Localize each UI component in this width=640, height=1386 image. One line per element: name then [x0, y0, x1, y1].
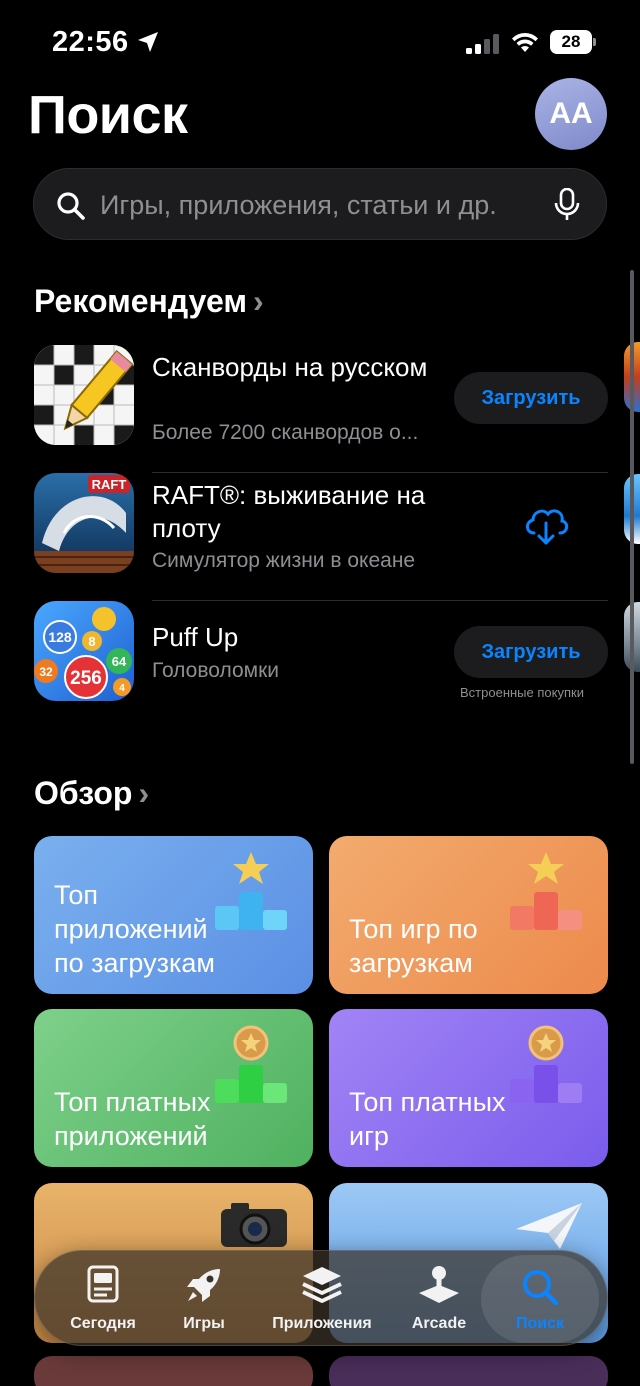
svg-text:8: 8	[88, 634, 95, 649]
app-name: RAFT®: выживание на плоту	[152, 480, 426, 543]
paper-plane-icon	[516, 1203, 582, 1249]
app-name: Сканворды на русском	[152, 352, 428, 382]
tile-label: Топ приложений по загрузкам	[54, 880, 215, 978]
raft-shark-icon: RAFT	[34, 473, 134, 573]
tile-peek	[329, 1356, 608, 1386]
tab-label: Приложения	[272, 1315, 372, 1332]
tab-label: Игры	[183, 1315, 225, 1332]
recommended-header[interactable]: Рекомендуем ›	[34, 283, 264, 320]
get-button[interactable]: Загрузить	[454, 626, 608, 678]
recommended-title: Рекомендуем	[34, 283, 247, 319]
search-icon	[57, 192, 85, 220]
tile-label: Топ платных игр	[349, 1087, 506, 1151]
browse-title: Обзор	[34, 775, 133, 811]
svg-text:128: 128	[48, 629, 72, 645]
tab-games[interactable]: Игры	[161, 1251, 247, 1347]
crossword-pencil-icon	[34, 345, 134, 445]
tab-search[interactable]: Поиск	[481, 1255, 599, 1343]
tile-top-free-apps[interactable]: Топ приложений по загрузкам	[34, 836, 313, 994]
battery-level: 28	[550, 30, 592, 54]
list-item[interactable]: Сканворды на русском Более 7200 сканворд…	[34, 345, 608, 473]
svg-text:RAFT: RAFT	[92, 477, 127, 492]
layers-icon	[302, 1267, 342, 1303]
tab-today[interactable]: Сегодня	[51, 1251, 155, 1347]
wifi-icon	[512, 32, 538, 52]
browse-header[interactable]: Обзор ›	[34, 775, 149, 812]
horizontal-scroll-indicator[interactable]	[630, 270, 634, 764]
status-time: 22:56	[52, 26, 129, 58]
in-app-purchases-note: Встроенные покупки	[460, 685, 584, 700]
tile-peek	[34, 1356, 313, 1386]
search-input[interactable]: Игры, приложения, статьи и др.	[33, 168, 607, 240]
location-arrow-icon	[138, 32, 158, 52]
get-button[interactable]: Загрузить	[454, 372, 608, 424]
joystick-icon	[419, 1266, 459, 1303]
microphone-icon[interactable]	[554, 188, 580, 222]
account-avatar[interactable]: AA	[535, 78, 607, 150]
cellular-signal-icon	[466, 34, 499, 54]
search-placeholder: Игры, приложения, статьи и др.	[100, 190, 497, 220]
tab-label: Поиск	[515, 1315, 564, 1332]
svg-text:64: 64	[112, 654, 127, 669]
balls-2048-icon: 128 8 64 32 256 4	[34, 601, 134, 701]
list-item[interactable]: RAFT RAFT®: выживание на плоту Симулятор…	[34, 473, 608, 601]
status-bar: 22:56 28	[0, 0, 640, 80]
search-icon	[523, 1270, 559, 1306]
tab-arcade[interactable]: Arcade	[395, 1251, 483, 1347]
tab-label: Сегодня	[70, 1315, 136, 1332]
svg-text:4: 4	[119, 683, 125, 694]
tab-label: Arcade	[411, 1315, 467, 1332]
app-subtitle: Головоломки	[152, 659, 280, 682]
page-title: Поиск	[28, 85, 188, 145]
tile-top-paid-apps[interactable]: Топ платных приложений	[34, 1009, 313, 1167]
tab-bar: Сегодня Игры Приложения Arcade Поиск	[34, 1250, 608, 1346]
list-item[interactable]: 128 8 64 32 256 4 Puff Up Головоломки За…	[34, 601, 608, 729]
battery-icon: 28	[550, 30, 596, 54]
rocket-icon	[187, 1269, 220, 1302]
tile-label: Топ игр по загрузкам	[349, 914, 478, 978]
svg-text:256: 256	[70, 668, 102, 689]
tile-top-paid-games[interactable]: Топ платных игр	[329, 1009, 608, 1167]
svg-text:32: 32	[39, 665, 53, 679]
app-subtitle: Более 7200 сканвордов о...	[152, 421, 419, 444]
tile-top-free-games[interactable]: Топ игр по загрузкам	[329, 836, 608, 994]
app-name: Puff Up	[152, 622, 239, 652]
chevron-right-icon: ›	[138, 775, 150, 811]
chevron-right-icon: ›	[252, 283, 264, 319]
today-icon	[87, 1265, 119, 1303]
cloud-download-icon[interactable]	[522, 503, 570, 547]
app-subtitle: Симулятор жизни в океане	[152, 549, 416, 572]
camera-icon	[221, 1203, 287, 1247]
tab-apps[interactable]: Приложения	[255, 1251, 389, 1347]
tile-label: Топ платных приложений	[54, 1087, 211, 1151]
